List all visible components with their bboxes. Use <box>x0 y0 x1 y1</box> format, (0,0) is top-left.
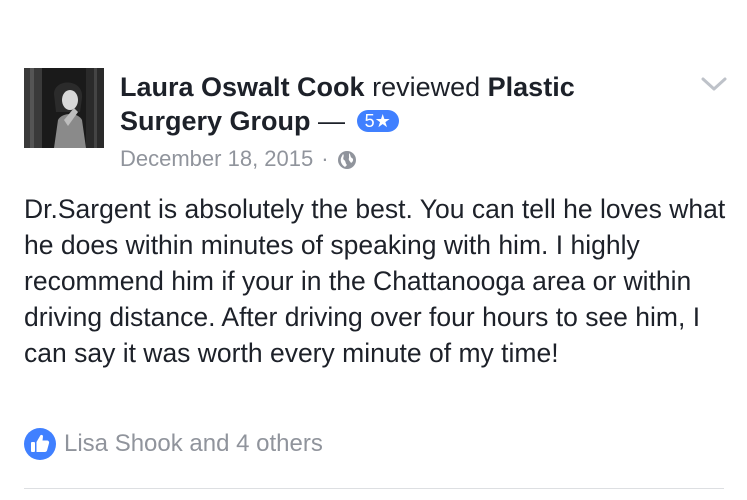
divider <box>24 488 724 489</box>
meta-separator: · <box>321 146 329 171</box>
header-dash: — <box>318 106 346 136</box>
avatar[interactable] <box>24 68 104 148</box>
globe-icon[interactable] <box>337 149 357 169</box>
author-name[interactable]: Laura Oswalt Cook <box>120 72 365 102</box>
chevron-down-icon[interactable] <box>700 74 728 94</box>
review-body: Dr.Sargent is absolutely the best. You c… <box>24 194 726 368</box>
review-header: Laura Oswalt Cook reviewed Plastic Surge… <box>120 70 680 138</box>
review-meta: December 18, 2015 · <box>120 145 357 173</box>
review-action: reviewed <box>372 72 481 102</box>
like-icon[interactable] <box>24 428 56 460</box>
review-date[interactable]: December 18, 2015 <box>120 145 313 173</box>
rating-badge: 5★ <box>356 110 399 132</box>
reactions-bar[interactable]: Lisa Shook and 4 others <box>24 428 323 460</box>
reactions-text[interactable]: Lisa Shook and 4 others <box>64 428 323 460</box>
